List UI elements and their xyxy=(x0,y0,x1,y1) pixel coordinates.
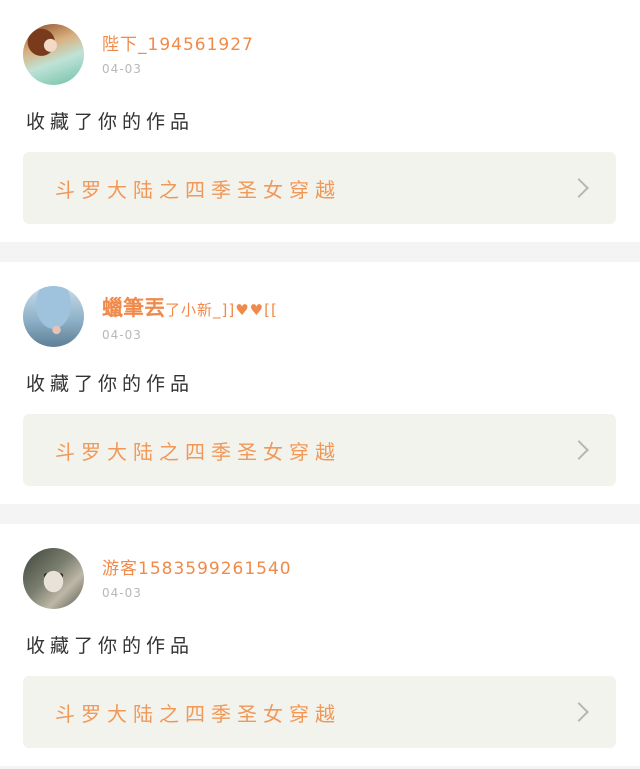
chevron-right-icon xyxy=(569,702,589,722)
user-meta: 陛下_194561927 04-03 xyxy=(102,24,254,76)
work-link-card[interactable]: 斗罗大陆之四季圣女穿越 xyxy=(23,676,616,748)
notification-card: 蠟筆丟了小新_]]♥♥[[ 04-03 收藏了你的作品 斗罗大陆之四季圣女穿越 xyxy=(0,262,640,504)
work-title: 斗罗大陆之四季圣女穿越 xyxy=(55,439,341,464)
chevron-right-icon xyxy=(569,178,589,198)
user-meta: 蠟筆丟了小新_]]♥♥[[ 04-03 xyxy=(102,286,278,342)
notification-card: 陛下_194561927 04-03 收藏了你的作品 斗罗大陆之四季圣女穿越 xyxy=(0,0,640,242)
avatar[interactable] xyxy=(23,286,84,347)
card-divider xyxy=(0,504,640,524)
username-main: 蠟筆丟 xyxy=(102,296,165,320)
avatar[interactable] xyxy=(23,548,84,609)
notification-header: 游客1583599261540 04-03 xyxy=(23,548,292,609)
notification-card: 游客1583599261540 04-03 收藏了你的作品 斗罗大陆之四季圣女穿… xyxy=(0,524,640,766)
action-text: 收藏了你的作品 xyxy=(26,373,195,395)
work-title: 斗罗大陆之四季圣女穿越 xyxy=(55,177,341,202)
chevron-right-icon xyxy=(569,440,589,460)
username-rest: 了小新_]]♥♥[[ xyxy=(165,301,278,319)
action-text: 收藏了你的作品 xyxy=(26,635,195,657)
work-link-card[interactable]: 斗罗大陆之四季圣女穿越 xyxy=(23,414,616,486)
username-link[interactable]: 游客1583599261540 xyxy=(102,558,292,580)
post-date: 04-03 xyxy=(102,586,142,600)
card-divider xyxy=(0,242,640,262)
work-title: 斗罗大陆之四季圣女穿越 xyxy=(55,701,341,726)
user-meta: 游客1583599261540 04-03 xyxy=(102,548,292,600)
notification-feed: 陛下_194561927 04-03 收藏了你的作品 斗罗大陆之四季圣女穿越 蠟… xyxy=(0,0,640,769)
post-date: 04-03 xyxy=(102,62,142,76)
username-link[interactable]: 陛下_194561927 xyxy=(102,34,254,56)
avatar[interactable] xyxy=(23,24,84,85)
work-link-card[interactable]: 斗罗大陆之四季圣女穿越 xyxy=(23,152,616,224)
username-link[interactable]: 蠟筆丟了小新_]]♥♥[[ xyxy=(102,296,278,322)
notification-header: 蠟筆丟了小新_]]♥♥[[ 04-03 xyxy=(23,286,278,347)
notification-header: 陛下_194561927 04-03 xyxy=(23,24,254,85)
post-date: 04-03 xyxy=(102,328,142,342)
action-text: 收藏了你的作品 xyxy=(26,111,195,133)
